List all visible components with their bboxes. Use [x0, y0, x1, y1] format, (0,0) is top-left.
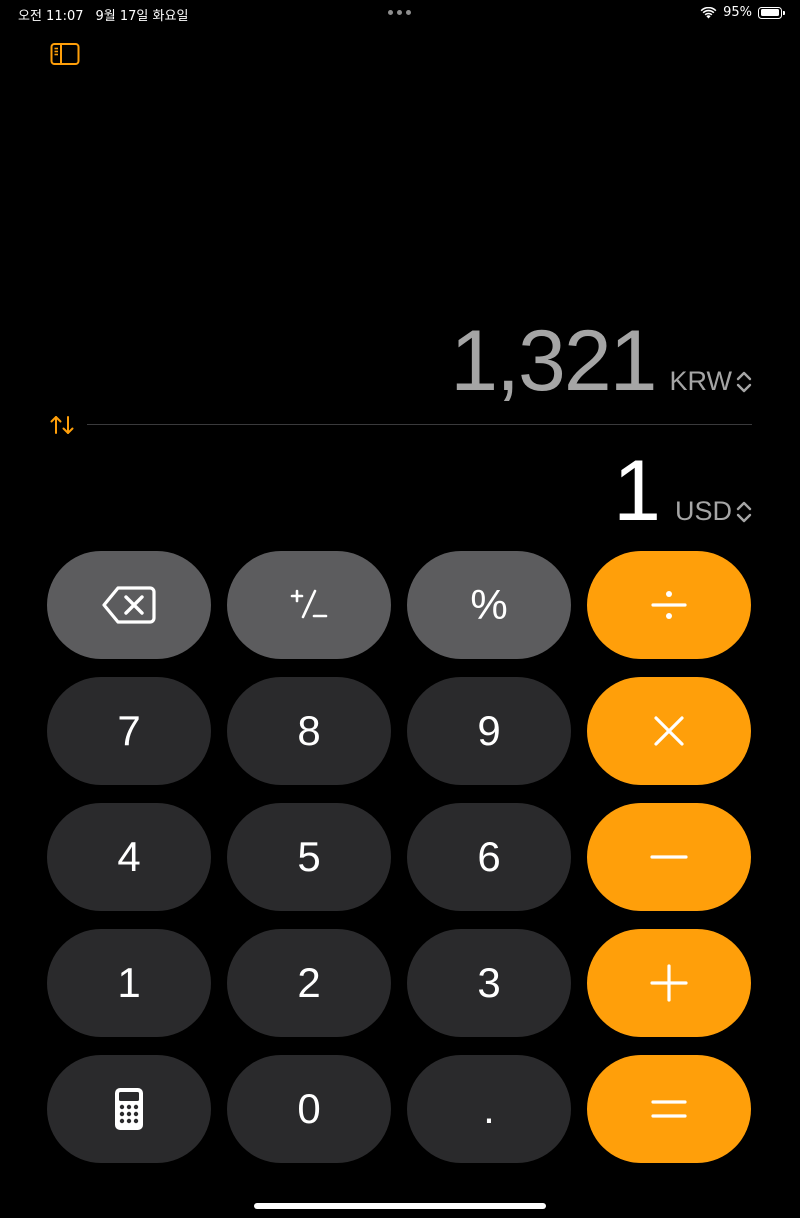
divide-button[interactable] [587, 551, 751, 659]
input-currency-label: USD [674, 496, 732, 526]
digit-7-button[interactable]: 7 [47, 677, 211, 785]
converted-value: 1,321 [450, 313, 657, 409]
plus-minus-icon [290, 589, 328, 619]
add-button[interactable] [587, 929, 751, 1037]
digit-label: 3 [477, 959, 501, 1006]
chevron-up-down-icon [736, 371, 752, 392]
converted-display: 1,321 KRW [450, 318, 752, 404]
calculator-mode-button[interactable] [47, 1055, 211, 1163]
sidebar-toggle-icon[interactable] [50, 42, 80, 66]
digit-6-button[interactable]: 6 [407, 803, 571, 911]
converted-currency-picker[interactable]: KRW [669, 366, 752, 397]
digit-0-button[interactable]: 0 [227, 1055, 391, 1163]
backspace-button[interactable] [47, 551, 211, 659]
minus-icon [650, 855, 688, 859]
input-value: 1 [613, 443, 661, 539]
battery-fill [760, 9, 779, 16]
digit-label: 9 [477, 707, 501, 754]
digit-label: 4 [117, 833, 141, 880]
dot [388, 10, 393, 15]
keypad: % 7 8 9 4 5 6 1 2 3 0 . [47, 551, 753, 1163]
decimal-button[interactable]: . [407, 1055, 571, 1163]
status-bar: 오전 11:07 9월 17일 화요일 95% [0, 0, 800, 26]
decimal-label: . [483, 1085, 495, 1132]
wifi-icon [700, 6, 717, 18]
digit-8-button[interactable]: 8 [227, 677, 391, 785]
digit-label: 6 [477, 833, 501, 880]
plus-icon [650, 964, 688, 1002]
converted-currency-label: KRW [669, 366, 732, 396]
home-indicator[interactable] [254, 1203, 546, 1209]
dot [406, 10, 411, 15]
swap-arrows-icon[interactable] [50, 414, 74, 436]
display-divider [87, 424, 752, 425]
battery-icon [758, 6, 785, 19]
percent-button[interactable]: % [407, 551, 571, 659]
battery-percent: 95% [723, 5, 752, 20]
multiply-button[interactable] [587, 677, 751, 785]
digit-9-button[interactable]: 9 [407, 677, 571, 785]
dot [397, 10, 402, 15]
status-left: 오전 11:07 9월 17일 화요일 [18, 5, 188, 24]
digit-5-button[interactable]: 5 [227, 803, 391, 911]
digit-label: 8 [297, 707, 321, 754]
backspace-icon [102, 586, 156, 624]
multiply-icon [654, 716, 684, 746]
input-display: 1 USD [613, 448, 752, 534]
digit-4-button[interactable]: 4 [47, 803, 211, 911]
digit-3-button[interactable]: 3 [407, 929, 571, 1037]
input-currency-picker[interactable]: USD [675, 496, 752, 527]
calculator-icon [115, 1088, 143, 1130]
status-time: 오전 11:07 [18, 9, 84, 24]
digit-2-button[interactable]: 2 [227, 929, 391, 1037]
status-right: 95% [700, 5, 785, 20]
equals-button[interactable] [587, 1055, 751, 1163]
status-date: 9월 17일 화요일 [95, 9, 189, 24]
digit-label: 1 [117, 959, 141, 1006]
plus-minus-button[interactable] [227, 551, 391, 659]
percent-label: % [470, 581, 508, 628]
divide-icon [651, 591, 687, 619]
digit-label: 5 [297, 833, 321, 880]
equals-icon [651, 1100, 687, 1118]
digit-label: 0 [297, 1085, 321, 1132]
digit-1-button[interactable]: 1 [47, 929, 211, 1037]
chevron-up-down-icon [736, 501, 752, 522]
digit-label: 2 [297, 959, 321, 1006]
digit-label: 7 [117, 707, 141, 754]
subtract-button[interactable] [587, 803, 751, 911]
multitasking-dots[interactable] [388, 10, 411, 15]
